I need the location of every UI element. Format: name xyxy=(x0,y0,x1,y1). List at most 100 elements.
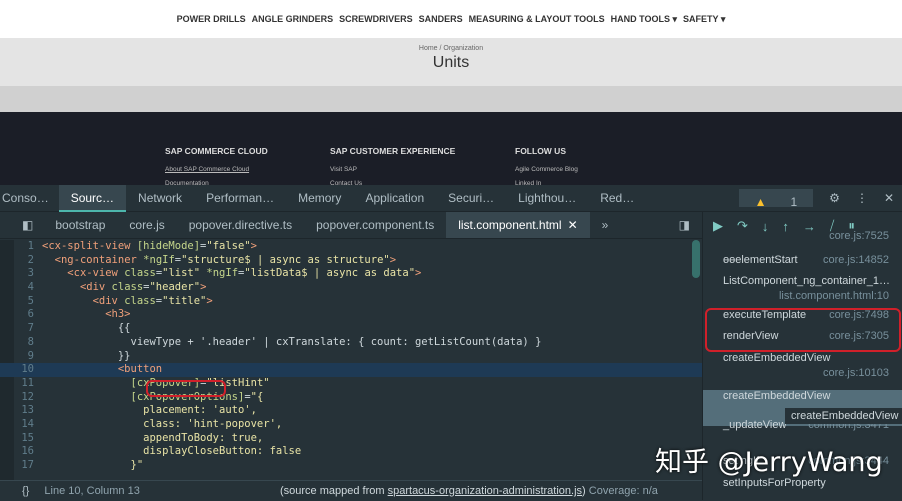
footer-link[interactable]: About SAP Commerce Cloud xyxy=(165,166,268,173)
line-number[interactable]: 14 xyxy=(0,418,42,432)
devtools-tab[interactable]: Lighthou… xyxy=(506,185,588,212)
nav-item[interactable]: SCREWDRIVERS xyxy=(339,14,413,24)
close-icon[interactable]: ✕ xyxy=(884,185,894,212)
step-icon[interactable]: → xyxy=(803,219,816,234)
file-tab[interactable]: bootstrap xyxy=(43,212,117,238)
step-out-icon[interactable]: ↑ xyxy=(782,219,789,234)
code-line: 5 <div class="title"> xyxy=(0,295,702,309)
devtools-tab[interactable]: Memory xyxy=(286,185,353,212)
call-frame-function: createEmbeddedView xyxy=(723,390,831,402)
nav-item[interactable]: ANGLE GRINDERS xyxy=(252,14,334,24)
file-tab[interactable]: core.js xyxy=(117,212,176,238)
nav-item[interactable]: SAFETY ▾ xyxy=(683,14,725,25)
footer-link[interactable]: Visit SAP xyxy=(330,166,455,173)
step-over-icon[interactable]: ↷ xyxy=(737,218,748,234)
code-line: 2 <ng-container *ngIf="structure$ | asyn… xyxy=(0,254,702,268)
file-tab[interactable]: popover.directive.ts xyxy=(177,212,304,238)
devtools-tab[interactable]: Sourc… xyxy=(58,184,127,212)
code-token: > xyxy=(206,294,213,307)
line-number[interactable]: 16 xyxy=(0,445,42,459)
devtools-tab[interactable]: Performan… xyxy=(194,185,286,212)
code-line: 4 <div class="header"> xyxy=(0,281,702,295)
more-tabs-button[interactable]: » xyxy=(590,212,621,238)
file-tab[interactable]: list.component.html ✕ xyxy=(446,212,590,238)
code-token: class: 'hint-popover', xyxy=(42,417,283,430)
line-number[interactable]: 7 xyxy=(0,322,42,336)
devtools-tab[interactable]: Application xyxy=(353,185,436,212)
source-prefix: (source mapped from xyxy=(280,485,388,497)
resume-icon[interactable]: ▶ xyxy=(713,218,723,234)
call-frame[interactable]: createEmbeddedView core.js:10103 xyxy=(703,352,902,386)
line-number[interactable]: 12 xyxy=(0,391,42,405)
gear-icon[interactable]: ⚙ xyxy=(829,185,840,212)
nav-item[interactable]: HAND TOOLS ▾ xyxy=(611,14,677,25)
code-line: 6 <h3> xyxy=(0,308,702,322)
warning-badge[interactable]: ▲ 1 xyxy=(738,189,814,209)
code-token: [hideMode] xyxy=(136,240,201,252)
line-number[interactable]: 15 xyxy=(0,432,42,446)
warning-icon: ▲ xyxy=(754,195,767,209)
call-frame-location: core.js:14852 xyxy=(822,254,889,266)
code-line: 3 <cx-view class="list" *ngIf="listData$… xyxy=(0,267,702,281)
close-tab-icon[interactable]: ✕ xyxy=(562,218,578,232)
call-frame-function: ListComponent_ng_container_1… xyxy=(723,275,890,287)
line-number[interactable]: 11 xyxy=(0,377,42,391)
page-title: Units xyxy=(432,54,470,71)
tooltip: createEmbeddedView xyxy=(785,408,902,424)
call-frame-function: createEmbeddedView xyxy=(723,352,831,364)
line-number[interactable]: 2 xyxy=(0,254,42,268)
code-token: *ngIf xyxy=(206,267,239,280)
line-number[interactable]: 17 xyxy=(0,459,42,473)
toggle-navigator-icon[interactable]: ◧ xyxy=(0,212,43,238)
footer-heading: SAP COMMERCE CLOUD xyxy=(165,146,268,156)
line-number[interactable]: 6 xyxy=(0,308,42,322)
code-line: 1 <cx-split-view [hideMode]="false"> xyxy=(0,240,702,254)
source-link[interactable]: spartacus-organization-administration.js xyxy=(388,485,582,497)
devtools-tab[interactable]: Red… xyxy=(588,185,646,212)
devtools-tab[interactable]: Conso… xyxy=(0,185,59,212)
line-number[interactable]: 5 xyxy=(0,295,42,309)
file-tab-label: core.js xyxy=(129,218,165,232)
code-token: > xyxy=(250,240,257,252)
nav-item[interactable]: POWER DRILLS xyxy=(177,14,246,24)
code-token: "structure$ | async as structure" xyxy=(181,253,390,266)
code-token: "false" xyxy=(206,240,251,252)
line-number[interactable]: 13 xyxy=(0,404,42,418)
footer-link[interactable]: Agile Commerce Blog xyxy=(515,166,578,173)
breadcrumb[interactable]: Home / Organization xyxy=(0,45,902,52)
nav-item[interactable]: SANDERS xyxy=(419,14,463,24)
line-number[interactable]: 8 xyxy=(0,336,42,350)
code-token: }} xyxy=(42,349,131,362)
call-frame-location: list.component.html:10 xyxy=(778,290,889,302)
footer-heading: FOLLOW US xyxy=(515,146,566,156)
file-tab[interactable]: popover.component.ts xyxy=(304,212,446,238)
code-token: "listData$ | async as data" xyxy=(244,267,416,280)
pretty-print-icon[interactable]: {} xyxy=(0,485,41,497)
line-number[interactable]: 3 xyxy=(0,267,42,281)
call-frame[interactable]: setInputsForProperty xyxy=(703,477,902,497)
editor-scrollbar[interactable] xyxy=(692,240,700,278)
call-frame[interactable]: core.js:7525 xyxy=(703,230,902,254)
line-number[interactable]: 9 xyxy=(0,350,42,364)
line-number[interactable]: 10 xyxy=(0,363,42,377)
devtools-tab[interactable]: Network xyxy=(126,185,194,212)
code-token: "{ xyxy=(250,390,264,403)
call-frame[interactable]: ListComponent_ng_container_1… list.compon… xyxy=(703,275,902,309)
line-number[interactable]: 1 xyxy=(0,240,42,254)
devtools-tab[interactable]: Securi… xyxy=(436,185,506,212)
code-token: > xyxy=(415,267,422,280)
more-icon[interactable]: ⋮ xyxy=(856,185,868,212)
code-line: 7 {{ xyxy=(0,322,702,336)
line-number[interactable]: 4 xyxy=(0,281,42,295)
code-editor[interactable]: 1 <cx-split-view [hideMode]="false"> 2 <ng… xyxy=(0,240,702,480)
step-into-icon[interactable]: ↓ xyxy=(762,219,769,234)
call-frame-location: core.js:10103 xyxy=(822,367,889,379)
call-frame[interactable]: ɵɵelementStart core.js:14852 xyxy=(703,254,902,274)
toggle-debugger-icon[interactable]: ◨ xyxy=(667,212,702,238)
code-token: <div xyxy=(92,294,125,307)
code-token: "header" xyxy=(149,281,201,294)
code-token: placement: 'auto', xyxy=(42,404,257,417)
nav-item[interactable]: MEASURING & LAYOUT TOOLS xyxy=(469,14,605,24)
